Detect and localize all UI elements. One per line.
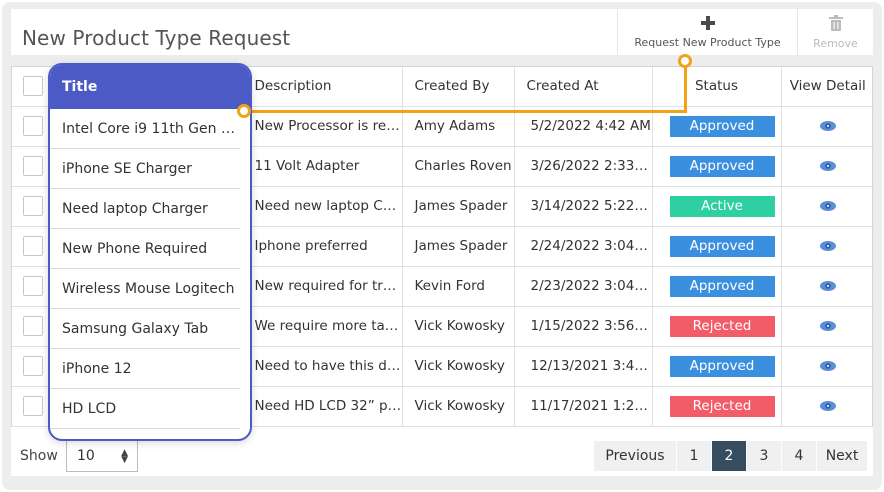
row-checkbox[interactable] — [23, 316, 43, 336]
callout-title-item: HD LCD — [50, 389, 240, 429]
status-badge: Rejected — [669, 395, 775, 417]
row-checkbox[interactable] — [23, 156, 43, 176]
status-badge: Approved — [669, 235, 775, 257]
cell-status: Rejected — [652, 386, 782, 427]
pagination-previous-button[interactable]: Previous — [594, 441, 676, 471]
eye-icon[interactable] — [820, 121, 836, 131]
callout-title-item: New Phone Required — [50, 229, 240, 269]
request-new-product-type-label: Request New Product Type — [634, 35, 781, 49]
cell-description: We require more tablets — [242, 306, 403, 347]
eye-icon[interactable] — [820, 401, 836, 411]
pagination-next-button[interactable]: Next — [817, 441, 867, 471]
page-title: New Product Type Request — [22, 26, 291, 50]
cell-created-at: 12/13/2021 3:48 PM — [514, 346, 653, 387]
cell-created-by: Vick Kowosky — [402, 346, 515, 387]
pagination-page-2[interactable]: 2 — [712, 441, 746, 471]
eye-icon[interactable] — [820, 361, 836, 371]
cell-view-detail — [781, 186, 874, 227]
cell-view-detail — [781, 386, 874, 427]
cell-view-detail — [781, 266, 874, 307]
row-checkbox[interactable] — [23, 236, 43, 256]
cell-created-by: James Spader — [402, 186, 515, 227]
connector-line-horizontal — [244, 110, 687, 113]
cell-view-detail — [781, 306, 874, 347]
eye-icon[interactable] — [820, 241, 836, 251]
cell-status: Approved — [652, 146, 782, 187]
callout-title-item: Samsung Galaxy Tab — [50, 309, 240, 349]
cell-created-by: Vick Kowosky — [402, 386, 515, 427]
remove-button[interactable]: Remove — [797, 9, 873, 55]
cell-created-at: 11/17/2021 1:21 AM — [514, 386, 653, 427]
select-all-checkbox[interactable] — [23, 76, 43, 97]
status-badge: Approved — [669, 155, 775, 177]
status-badge: Rejected — [669, 315, 775, 337]
column-header-created-at[interactable]: Created At — [514, 67, 653, 107]
callout-title-item: Intel Core i9 11th Gen with — [50, 109, 240, 149]
cell-status: Approved — [652, 226, 782, 267]
page-size-select[interactable]: 10 ▲ ▼ — [66, 439, 138, 472]
column-header-view-detail: View Detail — [781, 67, 874, 107]
connector-dot-callout — [237, 104, 251, 118]
cell-description: New required for training — [242, 266, 403, 307]
cell-created-by: Kevin Ford — [402, 266, 515, 307]
status-badge: Active — [669, 195, 775, 217]
cell-view-detail — [781, 346, 874, 387]
status-badge: Approved — [669, 355, 775, 377]
request-new-product-type-button[interactable]: Request New Product Type — [617, 9, 797, 55]
cell-description: Need to have this device — [242, 346, 403, 387]
row-checkbox[interactable] — [23, 196, 43, 216]
column-header-created-by[interactable]: Created By — [402, 67, 515, 107]
page-size-value: 10 — [77, 448, 95, 464]
eye-icon[interactable] — [820, 161, 836, 171]
cell-status: Rejected — [652, 306, 782, 347]
cell-created-at: 3/26/2022 2:33 AM — [514, 146, 653, 187]
eye-icon[interactable] — [820, 201, 836, 211]
cell-view-detail — [781, 106, 874, 147]
cell-created-by: Charles Roven — [402, 146, 515, 187]
cell-view-detail — [781, 146, 874, 187]
pagination: Previous 1 2 3 4 Next — [594, 441, 868, 471]
show-label: Show — [20, 448, 58, 464]
cell-description: Iphone preferred — [242, 226, 403, 267]
callout-title-header: Title — [50, 65, 250, 109]
trash-icon — [828, 14, 843, 31]
column-header-description[interactable]: Description — [242, 67, 403, 107]
pagination-page-4[interactable]: 4 — [782, 441, 816, 471]
cell-created-by: Vick Kowosky — [402, 306, 515, 347]
cell-status: Approved — [652, 346, 782, 387]
callout-title-item: Wireless Mouse Logitech — [50, 269, 240, 309]
status-badge: Approved — [669, 115, 775, 137]
cell-description: Need new laptop Charger — [242, 186, 403, 227]
callout-title-item: Need laptop Charger — [50, 189, 240, 229]
connector-dot-button — [678, 54, 692, 68]
row-checkbox[interactable] — [23, 356, 43, 376]
cell-status: Active — [652, 186, 782, 227]
eye-icon[interactable] — [820, 281, 836, 291]
cell-created-at: 3/14/2022 5:22 PM — [514, 186, 653, 227]
cell-created-at: 2/24/2022 3:04 AM — [514, 226, 653, 267]
row-checkbox[interactable] — [23, 276, 43, 296]
chevron-updown-icon: ▲ ▼ — [121, 448, 128, 465]
cell-status: Approved — [652, 266, 782, 307]
pagination-page-1[interactable]: 1 — [677, 441, 711, 471]
status-badge: Approved — [669, 275, 775, 297]
row-checkbox[interactable] — [23, 116, 43, 136]
cell-created-at: 2/23/2022 3:04 AM — [514, 266, 653, 307]
page-header: New Product Type Request Request New Pro… — [11, 9, 873, 55]
cell-description: Need HD LCD 32” preferred — [242, 386, 403, 427]
cell-created-by: James Spader — [402, 226, 515, 267]
column-header-status[interactable]: Status — [652, 67, 782, 107]
pagination-page-3[interactable]: 3 — [747, 441, 781, 471]
callout-title-item: iPhone 12 — [50, 349, 240, 389]
connector-line-vertical — [684, 61, 687, 112]
eye-icon[interactable] — [820, 321, 836, 331]
cell-view-detail — [781, 226, 874, 267]
title-column-callout: Title Intel Core i9 11th Gen with iPhone … — [48, 63, 252, 441]
callout-title-item: iPhone SE Charger — [50, 149, 240, 189]
cell-created-at: 1/15/2022 3:56 PM — [514, 306, 653, 347]
cell-description: 11 Volt Adapter — [242, 146, 403, 187]
row-checkbox[interactable] — [23, 396, 43, 416]
plus-icon — [700, 15, 715, 30]
remove-label: Remove — [813, 36, 858, 50]
